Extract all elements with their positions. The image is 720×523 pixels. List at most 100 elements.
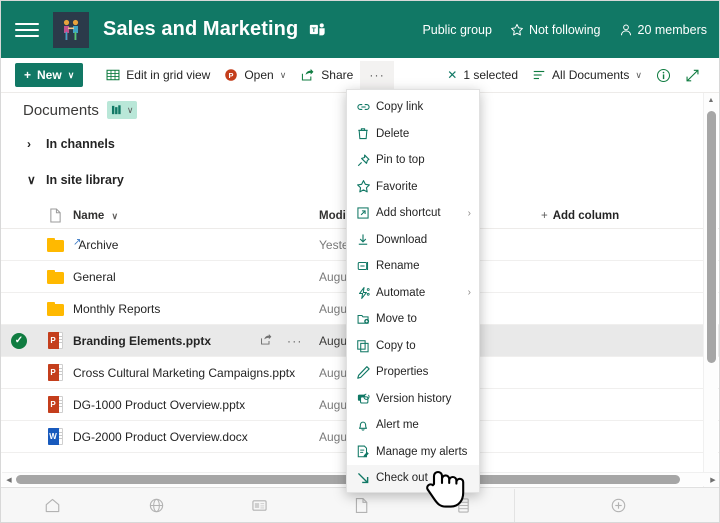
site-header: Sales and Marketing T Public group Not f… xyxy=(1,1,720,58)
members-button[interactable]: 20 members xyxy=(619,23,707,37)
vertical-scrollbar[interactable]: ▲ ▼ xyxy=(703,93,718,489)
row-file-icon: P xyxy=(37,364,73,381)
person-icon xyxy=(619,23,633,37)
menu-item-pin-to-top[interactable]: Pin to top xyxy=(347,147,479,174)
new-button[interactable]: + New ∨ xyxy=(15,63,83,87)
move-to-icon xyxy=(356,312,376,326)
menu-item-label: Properties xyxy=(376,366,471,378)
view-selector-button[interactable]: All Documents ∨ xyxy=(525,61,649,89)
database-icon[interactable] xyxy=(456,497,471,514)
scroll-up-arrow-icon[interactable]: ▲ xyxy=(704,93,718,107)
menu-item-version-history[interactable]: Version history xyxy=(347,386,479,413)
menu-item-favorite[interactable]: Favorite xyxy=(347,174,479,201)
scroll-left-arrow-icon[interactable]: ◀ xyxy=(2,476,16,484)
library-icon xyxy=(111,104,124,116)
new-plus-icon: + xyxy=(24,68,31,82)
view-list-icon xyxy=(532,68,546,82)
page-icon[interactable] xyxy=(354,497,369,514)
row-name-label: Cross Cultural Marketing Campaigns.pptx xyxy=(73,366,295,380)
menu-item-label: Delete xyxy=(376,128,471,140)
open-button[interactable]: P Open ∨ xyxy=(217,61,293,89)
more-options-button[interactable]: ··· xyxy=(360,61,394,89)
submenu-chevron-icon: › xyxy=(468,208,471,219)
chevron-down-icon: ∨ xyxy=(27,173,37,187)
menu-item-delete[interactable]: Delete xyxy=(347,121,479,148)
expand-button[interactable] xyxy=(678,61,707,89)
group-in-channels-label: In channels xyxy=(46,137,115,151)
folder-icon xyxy=(47,302,64,316)
star-icon xyxy=(510,23,524,37)
details-pane-button[interactable] xyxy=(649,61,678,89)
add-column-label: Add column xyxy=(553,210,619,222)
row-name[interactable]: DG-1000 Product Overview.pptx xyxy=(73,398,319,412)
row-name[interactable]: ↗Archive xyxy=(73,238,259,252)
clear-selection-button[interactable]: ✕ 1 selected xyxy=(440,61,525,89)
site-title: Sales and Marketing xyxy=(103,18,298,41)
row-more-icon[interactable]: ··· xyxy=(287,334,303,348)
follow-label: Not following xyxy=(529,23,601,37)
menu-item-move-to[interactable]: Move to xyxy=(347,306,479,333)
menu-item-rename[interactable]: Rename xyxy=(347,253,479,280)
edit-in-grid-view-button[interactable]: Edit in grid view xyxy=(99,61,217,89)
chevron-down-icon: ∨ xyxy=(127,105,134,116)
add-column-button[interactable]: + Add column xyxy=(541,210,720,222)
word-file-icon: W xyxy=(48,428,63,445)
menu-item-check-out[interactable]: Check out xyxy=(347,465,479,492)
menu-item-copy-to[interactable]: Copy to xyxy=(347,333,479,360)
row-checkbox-checked[interactable]: ✓ xyxy=(1,333,37,349)
row-name[interactable]: DG-2000 Product Overview.docx xyxy=(73,430,319,444)
menu-item-label: Alert me xyxy=(376,419,471,431)
info-icon xyxy=(656,68,671,83)
header-name-column[interactable]: Name ∨ xyxy=(73,210,259,222)
submenu-chevron-icon: › xyxy=(468,287,471,298)
menu-item-copy-link[interactable]: Copy link xyxy=(347,94,479,121)
row-name[interactable]: General xyxy=(73,270,259,284)
add-icon[interactable] xyxy=(610,497,627,514)
news-icon[interactable] xyxy=(251,498,268,513)
members-label: 20 members xyxy=(638,23,707,37)
menu-item-automate[interactable]: Automate › xyxy=(347,280,479,307)
menu-item-label: Download xyxy=(376,234,471,246)
chevron-right-icon: › xyxy=(27,137,37,151)
site-logo xyxy=(53,12,89,48)
scroll-right-arrow-icon[interactable]: ▶ xyxy=(706,476,720,484)
follow-button[interactable]: Not following xyxy=(510,23,601,37)
menu-item-alert-me[interactable]: Alert me xyxy=(347,412,479,439)
vertical-scroll-thumb[interactable] xyxy=(707,111,716,363)
row-share-icon[interactable] xyxy=(259,333,273,349)
plus-icon: + xyxy=(541,210,548,222)
menu-item-label: Favorite xyxy=(376,181,471,193)
header-file-type-icon[interactable] xyxy=(37,208,73,223)
close-icon: ✕ xyxy=(447,68,457,82)
row-file-icon: P xyxy=(37,332,73,349)
sharepoint-document-library-window: Sales and Marketing T Public group Not f… xyxy=(0,0,720,523)
pin-icon xyxy=(356,153,376,168)
home-icon[interactable] xyxy=(44,497,61,514)
row-name[interactable]: Cross Cultural Marketing Campaigns.pptx xyxy=(73,366,319,380)
group-privacy-text: Public group xyxy=(422,23,492,37)
menu-item-download[interactable]: Download xyxy=(347,227,479,254)
row-name-label: Archive xyxy=(78,238,118,252)
shortcut-icon xyxy=(356,206,376,220)
row-name[interactable]: Monthly Reports xyxy=(73,302,259,316)
chevron-down-icon: ∨ xyxy=(68,70,75,81)
library-switcher-button[interactable]: ∨ xyxy=(107,101,138,119)
folder-icon xyxy=(47,270,64,284)
row-name[interactable]: Branding Elements.pptx xyxy=(73,334,259,348)
chevron-down-icon: ∨ xyxy=(635,70,642,81)
document-icon xyxy=(49,208,62,223)
bell-icon xyxy=(356,418,376,433)
menu-item-add-shortcut[interactable]: Add shortcut › xyxy=(347,200,479,227)
context-menu: Copy link Delete Pin to top xyxy=(346,89,480,493)
row-name-label: DG-1000 Product Overview.pptx xyxy=(73,398,245,412)
globe-icon[interactable] xyxy=(148,497,165,514)
menu-item-manage-my-alerts[interactable]: Manage my alerts xyxy=(347,439,479,466)
menu-item-label: Copy link xyxy=(376,101,471,113)
hamburger-menu-icon[interactable] xyxy=(15,18,39,42)
svg-text:P: P xyxy=(229,71,234,80)
menu-item-properties[interactable]: Properties xyxy=(347,359,479,386)
group-in-site-library-label: In site library xyxy=(46,173,124,187)
share-button[interactable]: Share xyxy=(293,61,360,89)
library-title: Documents xyxy=(23,102,99,119)
automate-icon xyxy=(356,286,376,300)
